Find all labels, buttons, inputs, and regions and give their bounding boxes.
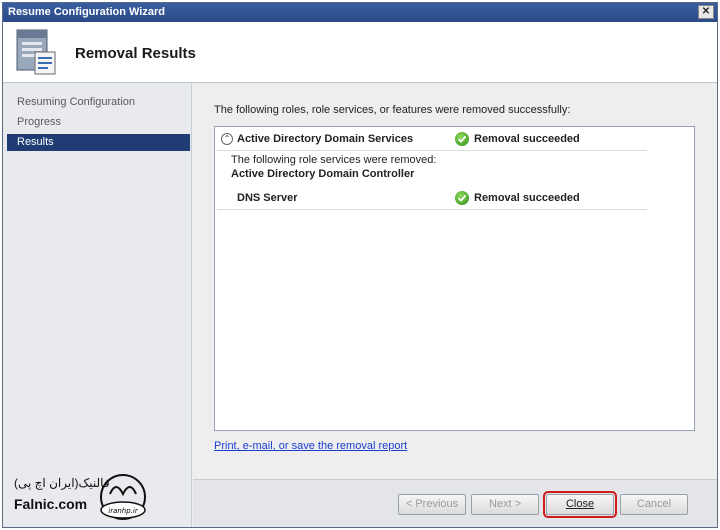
intro-text: The following roles, role services, or f… bbox=[214, 104, 571, 116]
window-close-button[interactable]: ✕ bbox=[698, 5, 714, 19]
wizard-footer: < Previous Next > Close Cancel bbox=[193, 479, 717, 527]
wizard-window: Resume Configuration Wizard ✕ Removal Re… bbox=[2, 2, 718, 528]
watermark: فالنیک(ایران اچ پی) Falnic.com iranhp.ir bbox=[6, 470, 186, 526]
feature-row: DNS Server Removal succeeded bbox=[215, 188, 694, 208]
collapse-icon[interactable]: ⌃ bbox=[221, 133, 233, 145]
iranhp-logo-icon: iranhp.ir bbox=[100, 474, 146, 520]
next-button[interactable]: Next > bbox=[471, 494, 539, 515]
success-check-icon bbox=[455, 132, 469, 146]
report-link[interactable]: Print, e-mail, or save the removal repor… bbox=[214, 440, 407, 452]
role-status: Removal succeeded bbox=[474, 133, 580, 145]
role-service-name: Active Directory Domain Controller bbox=[231, 168, 415, 180]
sidebar-item-results[interactable]: Results bbox=[7, 134, 190, 151]
sidebar-item-resuming-configuration[interactable]: Resuming Configuration bbox=[7, 94, 190, 111]
results-panel: ⌃ Active Directory Domain Services Remov… bbox=[214, 126, 695, 431]
feature-status: Removal succeeded bbox=[474, 192, 580, 204]
watermark-text-en: Falnic.com bbox=[14, 496, 88, 512]
page-title: Removal Results bbox=[75, 45, 196, 62]
title-bar: Resume Configuration Wizard ✕ bbox=[3, 3, 717, 22]
watermark-text-fa: فالنیک(ایران اچ پی) bbox=[14, 476, 110, 490]
role-row[interactable]: ⌃ Active Directory Domain Services Remov… bbox=[215, 129, 694, 149]
row-divider bbox=[217, 150, 647, 151]
close-button[interactable]: Close bbox=[543, 491, 617, 518]
sidebar-item-progress[interactable]: Progress bbox=[7, 114, 190, 131]
feature-name: DNS Server bbox=[237, 192, 298, 204]
logo-text: iranhp.ir bbox=[108, 507, 139, 515]
success-check-icon bbox=[455, 191, 469, 205]
cancel-button[interactable]: Cancel bbox=[620, 494, 688, 515]
wizard-sidebar: Resuming Configuration Progress Results bbox=[3, 83, 192, 527]
server-wizard-icon bbox=[16, 29, 56, 75]
previous-button[interactable]: < Previous bbox=[398, 494, 466, 515]
role-name: Active Directory Domain Services bbox=[237, 133, 414, 145]
main-content: The following roles, role services, or f… bbox=[193, 83, 717, 479]
row-divider bbox=[217, 209, 647, 210]
wizard-header: Removal Results bbox=[3, 22, 717, 83]
window-title: Resume Configuration Wizard bbox=[8, 6, 165, 18]
role-services-intro: The following role services were removed… bbox=[231, 154, 437, 166]
